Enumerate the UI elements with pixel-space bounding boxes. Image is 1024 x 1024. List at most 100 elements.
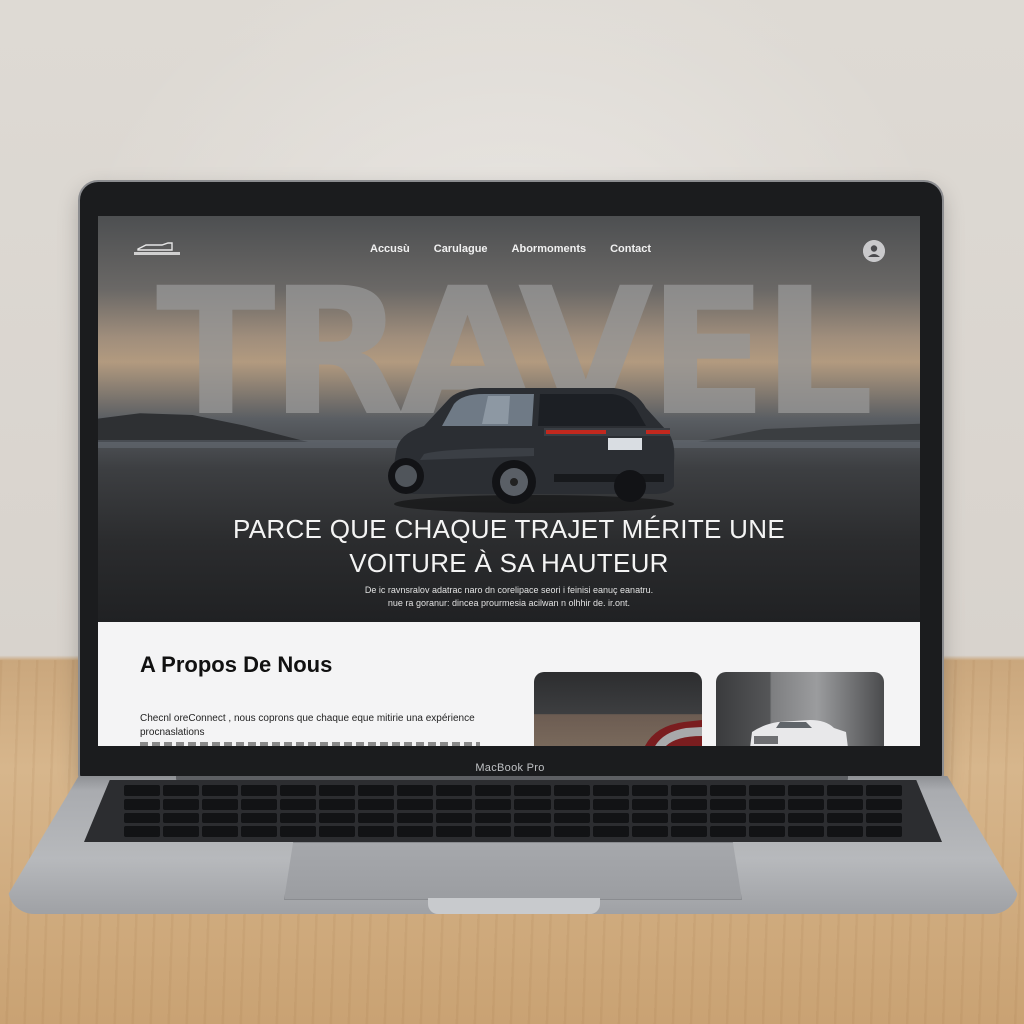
keyboard-key	[319, 812, 356, 824]
keyboard-key	[397, 812, 434, 824]
keyboard-key	[865, 826, 902, 837]
keyboard-key	[397, 798, 434, 810]
keyboard-key	[787, 785, 824, 796]
nav-item-catalogue[interactable]: Carulague	[434, 243, 488, 261]
keyboard-key	[163, 826, 200, 837]
keyboard-key	[202, 826, 239, 837]
keyboard-key	[475, 826, 512, 837]
keyboard-key	[670, 785, 707, 796]
about-text-line-1: Checnl oreConnect , nous coprons que cha…	[140, 713, 475, 724]
keyboard-key	[709, 798, 746, 810]
keyboard-key	[397, 826, 434, 837]
nav-item-contact[interactable]: Contact	[610, 243, 651, 261]
keyboard-key	[748, 826, 785, 837]
keyboard-key	[553, 826, 590, 837]
laptop-photo-scene: TRAVEL Accusù Carulague Abormoments Cont…	[0, 0, 1024, 1024]
keyboard-key	[280, 826, 317, 837]
red-car-corner-image	[645, 720, 702, 746]
keyboard-key	[358, 812, 395, 824]
keyboard-key	[436, 812, 473, 824]
hero-headline: PARCE QUE CHAQUE TRAJET MÉRITE UNE VOITU…	[158, 512, 860, 580]
keyboard-key	[826, 798, 863, 810]
about-photo-street	[716, 672, 884, 746]
keyboard-key	[592, 785, 629, 796]
keyboard-key	[631, 785, 668, 796]
keyboard-key	[826, 826, 863, 837]
keyboard-key	[163, 785, 200, 796]
keyboard-key	[748, 785, 785, 796]
keyboard-key	[436, 826, 473, 837]
keyboard-key	[865, 812, 902, 824]
keyboard-key	[163, 812, 200, 824]
white-car-image	[750, 720, 848, 746]
keyboard-key	[280, 798, 317, 810]
keyboard-key	[397, 785, 434, 796]
keyboard-key	[787, 826, 824, 837]
keyboard-key	[124, 785, 161, 796]
site-navbar: Accusù Carulague Abormoments Contact	[98, 216, 920, 284]
keyboard-key	[319, 785, 356, 796]
keyboard-key	[826, 785, 863, 796]
keyboard-key	[670, 812, 707, 824]
user-avatar-icon[interactable]	[863, 240, 885, 262]
keyboard-key	[319, 798, 356, 810]
keyboard-key	[553, 798, 590, 810]
nav-links: Accusù Carulague Abormoments Contact	[370, 243, 690, 261]
about-title: A Propos De Nous	[140, 652, 333, 677]
laptop-trackpad	[284, 842, 742, 900]
hero-section: TRAVEL Accusù Carulague Abormoments Cont…	[98, 216, 920, 622]
keyboard-key	[319, 826, 356, 837]
keyboard-key	[670, 798, 707, 810]
nav-item-accueil[interactable]: Accusù	[370, 243, 410, 261]
hero-headline-line-1: PARCE QUE CHAQUE TRAJET MÉRITE UNE	[233, 514, 785, 544]
keyboard-key	[358, 826, 395, 837]
keyboard-key	[553, 785, 590, 796]
laptop-screen: TRAVEL Accusù Carulague Abormoments Cont…	[98, 216, 920, 746]
about-photo-garage	[534, 672, 702, 746]
brand-logo-icon[interactable]	[132, 240, 182, 258]
keyboard-key	[592, 798, 629, 810]
hero-subtitle-line-1: De ic ravnsralov adatrac naro dn corelip…	[364, 585, 654, 595]
keyboard-key	[241, 826, 278, 837]
keyboard-key	[631, 812, 668, 824]
about-text: Checnl oreConnect , nous coprons que cha…	[140, 712, 520, 742]
keyboard-key	[475, 812, 512, 824]
keyboard-key	[280, 785, 317, 796]
keyboard-key	[436, 785, 473, 796]
keyboard-key	[436, 798, 473, 810]
keyboard-key	[670, 826, 707, 837]
keyboard-key	[202, 785, 239, 796]
keyboard-key	[514, 826, 551, 837]
keyboard-key	[514, 798, 551, 810]
keyboard-key	[709, 812, 746, 824]
keyboard-key	[241, 812, 278, 824]
about-text-faded-line	[140, 742, 480, 746]
laptop-front-notch	[428, 898, 600, 914]
keyboard-key	[514, 785, 551, 796]
keyboard-key	[748, 798, 785, 810]
hero-subtitle: De ic ravnsralov adatrac naro dn corelip…	[318, 584, 700, 612]
keyboard-key	[241, 785, 278, 796]
keyboard-key	[787, 798, 824, 810]
keyboard-key	[592, 812, 629, 824]
keyboard-key	[787, 812, 824, 824]
keyboard-key	[358, 785, 395, 796]
keyboard-key	[748, 812, 785, 824]
nav-item-abonnements[interactable]: Abormoments	[512, 243, 587, 261]
keyboard-key	[202, 812, 239, 824]
keyboard-key	[124, 812, 161, 824]
keyboard-key	[202, 798, 239, 810]
keyboard-key	[553, 812, 590, 824]
keyboard-key	[124, 826, 161, 837]
about-section: A Propos De Nous Checnl oreConnect , nou…	[98, 622, 920, 746]
keyboard-key	[514, 812, 551, 824]
hero-headline-line-2: VOITURE À SA HAUTEUR	[349, 548, 669, 578]
suv-car-image	[388, 388, 675, 513]
laptop-model-label: MacBook Pro	[475, 762, 545, 774]
keyboard-key	[631, 826, 668, 837]
laptop-keyboard	[84, 780, 942, 842]
keyboard-key	[280, 812, 317, 824]
keyboard-key	[865, 785, 902, 796]
hero-subtitle-line-2: nue ra goranur: dincea prourmesia acilwa…	[387, 598, 631, 608]
keyboard-key	[475, 798, 512, 810]
